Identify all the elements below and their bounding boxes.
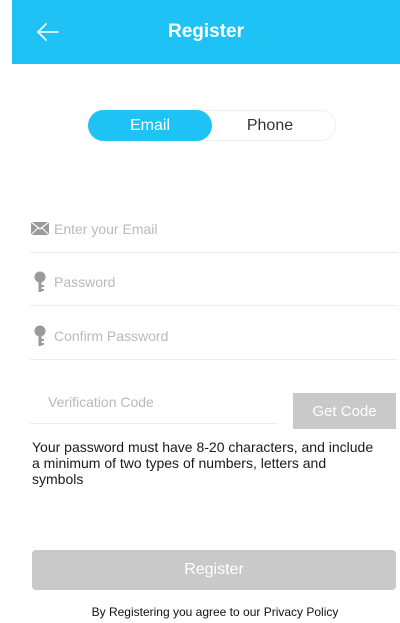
register-screen: Register Email Phone Enter your Email Pa… — [0, 0, 400, 623]
key-icon — [30, 325, 50, 347]
verification-code-field[interactable]: Verification Code — [30, 384, 278, 424]
register-button[interactable]: Register — [32, 550, 396, 590]
password-field[interactable]: Password — [30, 258, 398, 306]
envelope-icon — [30, 222, 50, 235]
back-arrow-icon[interactable] — [36, 22, 60, 42]
email-field[interactable]: Enter your Email — [30, 205, 398, 253]
tab-email[interactable]: Email — [88, 110, 212, 141]
privacy-policy-notice[interactable]: By Registering you agree to our Privacy … — [0, 605, 400, 619]
email-placeholder: Enter your Email — [54, 220, 158, 237]
confirm-password-field[interactable]: Confirm Password — [30, 312, 398, 360]
header-bar: Register — [12, 0, 400, 64]
tab-phone[interactable]: Phone — [208, 110, 332, 141]
key-icon — [30, 271, 50, 293]
page-title: Register — [167, 21, 245, 42]
confirm-password-placeholder: Confirm Password — [54, 327, 169, 344]
password-placeholder: Password — [54, 273, 116, 290]
register-method-toggle: Email Phone — [88, 110, 336, 141]
verification-code-placeholder: Verification Code — [48, 394, 154, 410]
get-code-button[interactable]: Get Code — [293, 393, 396, 429]
password-hint: Your password must have 8-20 characters,… — [32, 439, 374, 487]
